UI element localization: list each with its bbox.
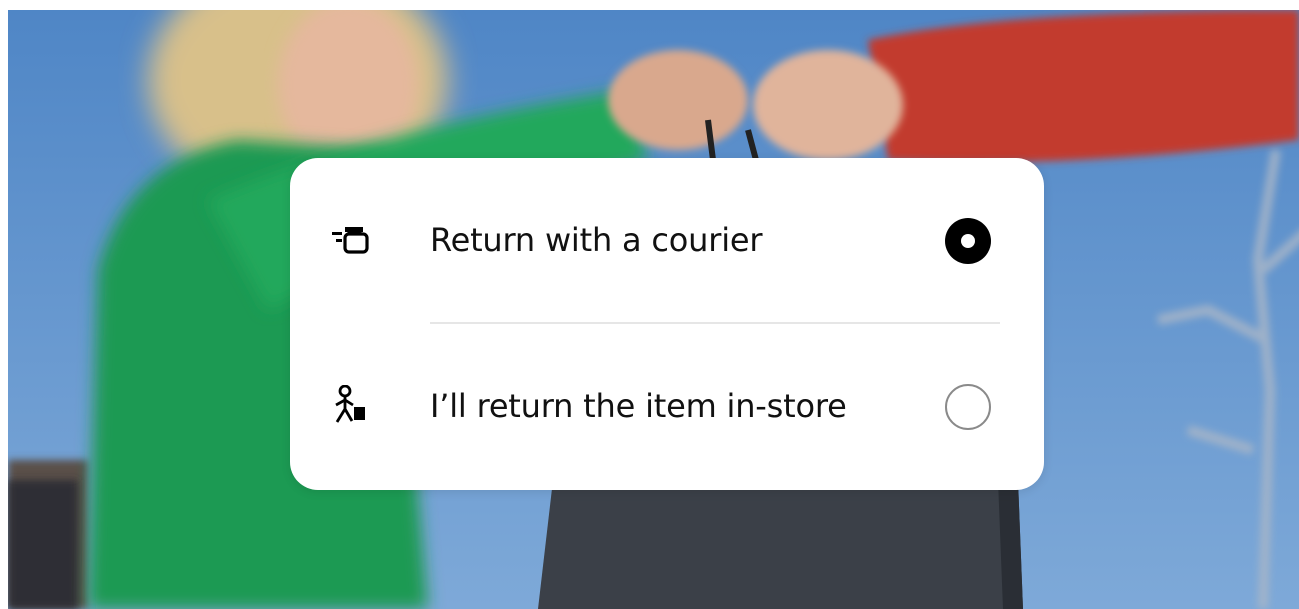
option-return-in-store[interactable]: I’ll return the item in-store — [290, 332, 1044, 482]
option-label: I’ll return the item in-store — [430, 387, 847, 425]
hero-photo: Return with a courier I’ll return the it… — [8, 10, 1299, 609]
option-label: Return with a courier — [430, 221, 763, 259]
option-divider — [430, 322, 1000, 324]
radio-unselected[interactable] — [945, 384, 991, 430]
courier-box-icon — [330, 219, 370, 259]
option-return-with-courier[interactable]: Return with a courier — [290, 166, 1044, 316]
person-walking-bag-icon — [330, 384, 370, 425]
radio-selected[interactable] — [945, 218, 991, 264]
return-method-card: Return with a courier I’ll return the it… — [290, 158, 1044, 490]
